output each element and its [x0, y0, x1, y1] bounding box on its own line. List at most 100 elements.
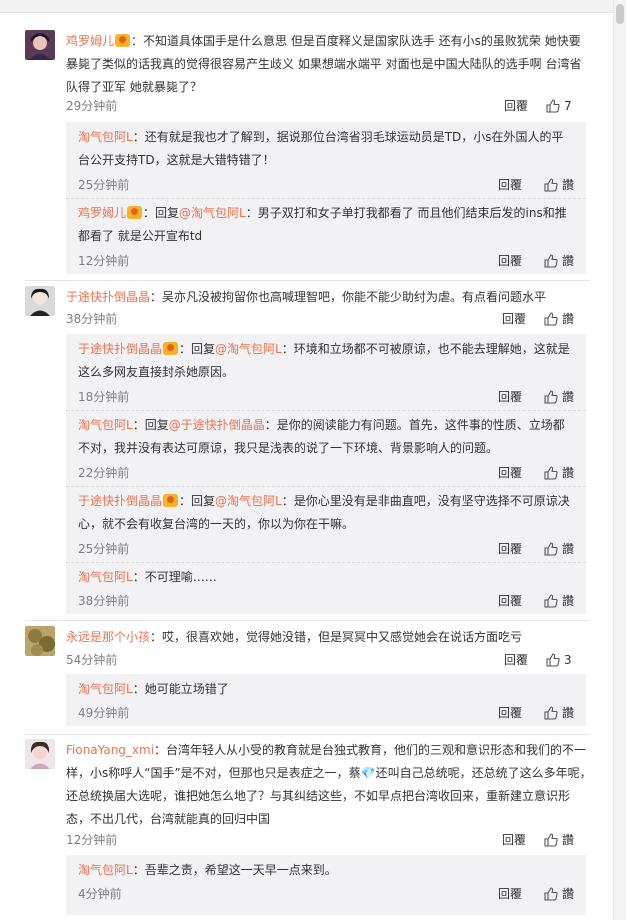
reply-body: ：吾辈之责，希望这一天早一点来到。	[132, 863, 337, 877]
reply-button[interactable]: 回覆	[498, 252, 522, 269]
avatar[interactable]	[25, 30, 55, 60]
reply-divider	[66, 486, 586, 488]
like-thumb-icon[interactable]	[544, 253, 558, 268]
like-label[interactable]: 讚	[562, 310, 574, 327]
reply-thread: 淘气包阿L：还有就是我也才了解到，据说那位台湾省羽毛球运动员是TD，小s在外国人…	[66, 122, 586, 274]
username[interactable]: 鸡罗姆儿	[66, 34, 114, 48]
reply-item: 淘气包阿L：还有就是我也才了解到，据说那位台湾省羽毛球运动员是TD，小s在外国人…	[78, 126, 574, 196]
reply-item: 淘气包阿L：吾辈之责，希望这一天早一点来到。 4分钟前 回覆 讚	[78, 859, 574, 905]
reply-username[interactable]: 于途快扑倒晶晶	[78, 342, 162, 356]
reply-actions: 回覆 讚	[498, 388, 574, 405]
comment-text: FionaYang_xmi：台湾年轻人从小受的教育就是台独式教育，他们的三观和意…	[66, 739, 592, 831]
like-label[interactable]: 讚	[562, 592, 574, 609]
member-badge-icon	[127, 206, 143, 219]
reply-prefix: ：回复	[179, 342, 216, 356]
reply-time: 25分钟前	[78, 542, 130, 556]
reply-button[interactable]: 回覆	[504, 651, 528, 668]
comment-time: 29分钟前	[66, 99, 118, 113]
reply-button[interactable]: 回覆	[498, 176, 522, 193]
reply-item: 淘气包阿L：不可理喻…… 38分钟前 回覆 讚	[78, 566, 574, 612]
avatar[interactable]	[25, 286, 55, 316]
like-thumb-icon[interactable]	[544, 389, 558, 404]
like-label[interactable]: 讚	[562, 176, 574, 193]
username[interactable]: 永远是那个小孩	[66, 630, 150, 644]
reply-button[interactable]: 回覆	[502, 831, 526, 848]
username[interactable]: 于途快扑倒晶晶	[66, 290, 150, 304]
reply-username[interactable]: 于途快扑倒晶晶	[78, 494, 162, 508]
reply-text: 淘气包阿L：还有就是我也才了解到，据说那位台湾省羽毛球运动员是TD，小s在外国人…	[78, 126, 574, 172]
like-label[interactable]: 讚	[562, 831, 574, 848]
comment-body: ：吴亦凡没被拘留你也高喊理智吧，你能不能少助纣为虐。有点看问题水平	[150, 290, 547, 304]
comment-text: 永远是那个小孩：哎，很喜欢她，觉得她没错，但是冥冥中又感觉她会在说话方面吃亏	[66, 626, 592, 649]
top-strip	[0, 0, 626, 13]
reply-username[interactable]: 淘气包阿L	[78, 418, 133, 432]
mention-link[interactable]: @淘气包阿L	[215, 494, 282, 508]
reply-button[interactable]: 回覆	[504, 97, 528, 114]
reply-time: 22分钟前	[78, 466, 130, 480]
reply-body: ：她可能立场错了	[132, 682, 229, 696]
reply-prefix: ：回复	[143, 206, 180, 220]
reply-time: 49分钟前	[78, 706, 130, 720]
like-thumb-icon[interactable]	[544, 832, 558, 847]
comment-feed-page: 鸡罗姆儿 ：不知道具体国手是什么意思 但是百度释义是国家队选手 还有小s的虽败犹荣…	[0, 0, 626, 920]
username[interactable]: FionaYang_xmi	[66, 743, 154, 757]
avatar[interactable]	[25, 739, 55, 769]
like-thumb-icon[interactable]	[544, 311, 558, 326]
member-badge-icon	[115, 34, 131, 47]
scrollbar[interactable]	[613, 0, 626, 920]
reply-actions: 回覆 讚	[498, 540, 574, 557]
reply-button[interactable]: 回覆	[498, 388, 522, 405]
like-label[interactable]: 讚	[562, 252, 574, 269]
like-thumb-icon[interactable]	[546, 652, 560, 667]
like-thumb-icon[interactable]	[544, 465, 558, 480]
comment-body: ：哎，很喜欢她，觉得她没错，但是冥冥中又感觉她会在说话方面吃亏	[150, 630, 523, 644]
like-label[interactable]: 讚	[562, 388, 574, 405]
reply-divider	[66, 562, 586, 564]
reply-actions: 回覆 讚	[498, 464, 574, 481]
comment-actions: 回覆 3	[504, 651, 574, 668]
like-thumb-icon[interactable]	[544, 593, 558, 608]
reply-button[interactable]: 回覆	[498, 540, 522, 557]
reply-username[interactable]: 淘气包阿L	[78, 570, 133, 584]
like-thumb-icon[interactable]	[546, 98, 560, 113]
reply-button[interactable]: 回覆	[498, 464, 522, 481]
like-thumb-icon[interactable]	[544, 705, 558, 720]
reply-actions: 回覆 讚	[498, 252, 574, 269]
reply-text: 于途快扑倒晶晶 ：回复@淘气包阿L：是你心里没有是非曲直吧，没有坚守选择不可原谅决…	[78, 490, 574, 536]
scrollbar-thumb[interactable]	[616, 4, 624, 24]
reply-thread: 于途快扑倒晶晶 ：回复@淘气包阿L：环境和立场都不可被原谅，也不能去理解她，这就是…	[66, 334, 586, 614]
like-thumb-icon[interactable]	[544, 177, 558, 192]
reply-button[interactable]: 回覆	[498, 592, 522, 609]
comment-text: 鸡罗姆儿 ：不知道具体国手是什么意思 但是百度释义是国家队选手 还有小s的虽败犹荣…	[66, 30, 592, 99]
reply-time: 25分钟前	[78, 178, 130, 192]
reply-text: 鸡罗姆儿 ：回复@淘气包阿L：男子双打和女子单打我都看了 而且他们结束后发的ins…	[78, 202, 574, 248]
like-label[interactable]: 讚	[562, 704, 574, 721]
reply-button[interactable]: 回覆	[502, 310, 526, 327]
comment-time: 54分钟前	[66, 653, 118, 667]
reply-text: 淘气包阿L：不可理喻……	[78, 566, 574, 589]
like-label[interactable]: 讚	[562, 540, 574, 557]
reply-actions: 回覆 讚	[498, 704, 574, 721]
reply-button[interactable]: 回覆	[498, 704, 522, 721]
like-label[interactable]: 讚	[562, 885, 574, 902]
like-thumb-icon[interactable]	[544, 886, 558, 901]
reply-username[interactable]: 淘气包阿L	[78, 863, 133, 877]
reply-username[interactable]: 淘气包阿L	[78, 130, 133, 144]
reply-prefix: ：回复	[132, 418, 169, 432]
like-count: 3	[564, 652, 572, 667]
avatar[interactable]	[25, 626, 55, 656]
reply-button[interactable]: 回覆	[498, 885, 522, 902]
mention-link[interactable]: @淘气包阿L	[215, 342, 282, 356]
mention-link[interactable]: @于途快扑倒晶晶	[169, 418, 265, 432]
reply-item: 鸡罗姆儿 ：回复@淘气包阿L：男子双打和女子单打我都看了 而且他们结束后发的ins…	[78, 202, 574, 272]
reply-username[interactable]: 鸡罗姆儿	[78, 206, 126, 220]
comment-divider	[25, 280, 590, 281]
comment-actions: 回覆 7	[504, 97, 574, 114]
reply-item: 于途快扑倒晶晶 ：回复@淘气包阿L：环境和立场都不可被原谅，也不能去理解她，这就是…	[78, 338, 574, 408]
like-label[interactable]: 讚	[562, 464, 574, 481]
reply-thread: 淘气包阿L：她可能立场错了 49分钟前 回覆 讚	[66, 674, 586, 726]
mention-link[interactable]: @淘气包阿L	[179, 206, 246, 220]
reply-username[interactable]: 淘气包阿L	[78, 682, 133, 696]
member-badge-icon	[163, 494, 179, 507]
like-thumb-icon[interactable]	[544, 541, 558, 556]
